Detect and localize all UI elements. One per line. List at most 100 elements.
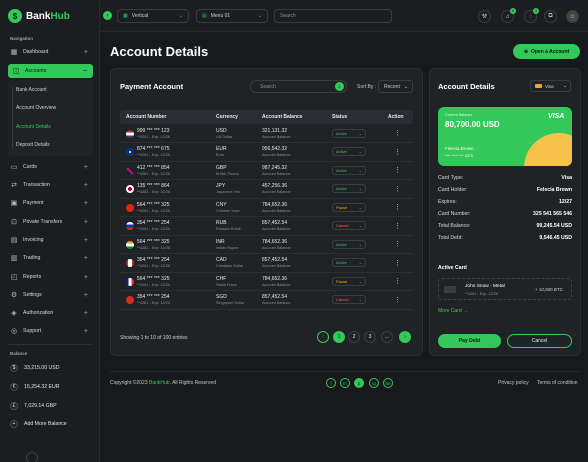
more-vertical-icon[interactable]: ⋮ — [388, 186, 401, 193]
page-2-button[interactable]: 2 — [348, 331, 360, 343]
status-select[interactable]: Pause ⌄ — [332, 202, 366, 212]
chat-icon: ◌ — [528, 13, 533, 20]
notifications-button[interactable]: ♫ 8 — [501, 8, 516, 23]
open-account-button[interactable]: ⊕ Open a Account — [513, 44, 580, 59]
page-3-button[interactable]: 3 — [364, 331, 376, 343]
next-page-button[interactable]: › — [399, 331, 411, 343]
table-row[interactable]: 354 *** *** 254 **4281 - Exp: 12/26 SGD Sin… — [120, 290, 413, 310]
status-cell: Active ⌄ — [326, 179, 382, 199]
card-icon: ▭ — [10, 164, 18, 171]
transfer-icon: ⇄ — [11, 182, 17, 189]
facebook-icon[interactable]: f — [326, 378, 336, 388]
status-select[interactable]: Active ⌄ — [332, 184, 366, 194]
status-select[interactable]: Pause ⌄ — [332, 276, 366, 286]
col-status: Status — [326, 110, 382, 124]
account-cell: 412 *** *** 854 **4281 - Exp: 12/26 — [120, 161, 210, 180]
action-cell: ⋮ — [382, 142, 413, 162]
add-balance-button[interactable]: + Add More Balance — [10, 420, 67, 428]
status-select[interactable]: Cancel ⌄ — [332, 295, 366, 305]
payment-icon: ▣ — [10, 200, 18, 207]
currency-name: Swiss Franc — [216, 282, 237, 287]
status-select[interactable]: Active ⌄ — [332, 239, 366, 249]
status-select[interactable]: Cancel ⌄ — [332, 221, 366, 231]
account-number: 412 *** *** 854 — [137, 164, 170, 171]
status-value: Cancel — [336, 297, 349, 303]
card-brand-select[interactable]: Visa ⌄ — [530, 80, 571, 92]
sidebar-item-private-transfers[interactable]: ⊡ Private Transfers + — [10, 215, 94, 229]
copyright-brand[interactable]: BankHub — [149, 380, 170, 386]
status-select[interactable]: Active ⌄ — [332, 147, 366, 157]
submenu-account-details[interactable]: Account Details — [16, 124, 51, 130]
sidebar-item-authorization[interactable]: ◈ Authorization + — [10, 306, 94, 320]
detail-row: Total Debt: 9,546.45 USD — [438, 235, 572, 241]
table-row[interactable]: 354 *** *** 254 **4281 - Exp: 12/26 RUB Rus… — [120, 216, 413, 236]
submenu-account-overview[interactable]: Account Overview — [16, 105, 56, 111]
behance-icon[interactable]: be — [383, 378, 393, 388]
more-vertical-icon[interactable]: ⋮ — [388, 241, 401, 248]
table-row[interactable]: 564 *** *** 325 **4281 - Exp: 12/26 INR Ind… — [120, 235, 413, 254]
table-row[interactable]: 999 *** *** 123 **4281 - Exp: 12/26 USD US … — [120, 124, 413, 143]
table-row[interactable]: 874 *** *** 675 **4281 - Exp: 12/26 EUR Eur… — [120, 142, 413, 162]
brand-logo[interactable]: $ BankHub — [8, 9, 70, 23]
more-vertical-icon[interactable]: ⋮ — [388, 297, 401, 304]
more-vertical-icon[interactable]: ⋮ — [388, 223, 401, 230]
sidebar-item-invoicing[interactable]: ▤ Invoicing + — [10, 233, 94, 247]
tools-button[interactable]: ⚒ — [478, 10, 491, 23]
more-vertical-icon[interactable]: ⋮ — [388, 278, 401, 285]
instagram-icon[interactable]: ig — [369, 378, 379, 388]
collapse-sidebar-button[interactable]: ‹ — [103, 11, 112, 20]
detail-row: Total Balance: 99,245.54 USD — [438, 223, 572, 229]
terms-link[interactable]: Terms of condition — [537, 380, 578, 386]
table-row[interactable]: 564 *** *** 325 **4281 - Exp: 12/26 CHF Swi… — [120, 272, 413, 291]
prev-page-button[interactable]: ‹ — [317, 331, 329, 343]
status-select[interactable]: Active ⌄ — [332, 258, 366, 268]
brand-name-b: Hub — [50, 10, 70, 22]
sidebar-item-label: Invoicing — [23, 237, 44, 243]
avatar[interactable]: ☺ — [566, 10, 579, 23]
more-vertical-icon[interactable]: ⋮ — [388, 167, 401, 174]
sidebar-item-trading[interactable]: ▥ Trading + — [10, 251, 94, 265]
sidebar-item-dashboard[interactable]: ▦ Dashboard + — [10, 45, 94, 59]
table-row[interactable]: 354 *** *** 254 **4281 - Exp: 12/26 CAD Can… — [120, 253, 413, 273]
status-select[interactable]: Active ⌄ — [332, 128, 366, 138]
privacy-link[interactable]: Privacy policy — [498, 380, 529, 386]
page-1-button[interactable]: 1 — [333, 331, 345, 343]
search-input[interactable]: Search — [274, 9, 392, 23]
copyright-rights: . All Rights Reserved — [169, 380, 216, 386]
linkedin-icon[interactable]: in — [340, 378, 350, 388]
table-row[interactable]: 135 *** *** 864 **4281 - Exp: 12/26 JPY Jap… — [120, 179, 413, 199]
payment-search-input[interactable]: Search ⌕ — [250, 80, 347, 93]
pay-debt-button[interactable]: Pay Debt — [438, 334, 501, 348]
layout-selector[interactable]: ▦ Vertical ⌄ — [117, 9, 189, 23]
table-row[interactable]: 412 *** *** 854 **4281 - Exp: 12/26 GBP Bri… — [120, 161, 413, 180]
account-expiry: **4281 - Exp: 12/26 — [137, 153, 170, 158]
sidebar-item-cards[interactable]: ▭ Cards + — [10, 160, 94, 174]
account-expiry: **4281 - Exp: 12/26 — [137, 245, 170, 250]
currency-code: CNY — [216, 201, 227, 208]
more-vertical-icon[interactable]: ⋮ — [388, 130, 401, 137]
submenu-deposit-details[interactable]: Deposit Details — [16, 142, 50, 148]
account-balance: 784,652.36 — [262, 201, 288, 208]
submenu-bank-account[interactable]: Bank Account — [16, 87, 47, 93]
messages-button[interactable]: ◌ 3 — [524, 8, 539, 23]
table-row[interactable]: 564 *** *** 325 **4281 - Exp: 12/26 CNY Chi… — [120, 198, 413, 217]
more-card-link[interactable]: More Card → — [438, 308, 468, 314]
more-vertical-icon[interactable]: ⋮ — [388, 149, 401, 156]
more-vertical-icon[interactable]: ⋮ — [388, 260, 401, 267]
active-card-box[interactable]: John Snow - Metal **4281 - Exp: 12/26 + … — [438, 278, 572, 300]
status-select[interactable]: Active ⌄ — [332, 165, 366, 175]
sidebar-item-support[interactable]: ◎ Support + — [10, 324, 94, 338]
menu-selector[interactable]: ▤ Menu 01 ⌄ — [196, 9, 268, 23]
apps-button[interactable]: ⧉ — [544, 10, 557, 23]
cancel-button[interactable]: Cancel — [507, 334, 572, 348]
sidebar-item-settings[interactable]: ⚙ Settings + — [10, 288, 94, 302]
sidebar-item-payment[interactable]: ▣ Payment + — [10, 196, 94, 210]
action-cell: ⋮ — [382, 124, 413, 143]
pinterest-icon[interactable]: p — [354, 378, 364, 388]
sort-select[interactable]: Recent ⌄ — [378, 80, 413, 93]
sidebar-item-transaction[interactable]: ⇄ Transaction + — [10, 178, 94, 192]
sidebar-item-accounts[interactable]: ◫ Accounts − — [8, 64, 93, 78]
sidebar-item-reports[interactable]: ◰ Reports + — [10, 270, 94, 284]
more-vertical-icon[interactable]: ⋮ — [388, 204, 401, 211]
sidebar-item-label: Private Transfers — [23, 219, 63, 225]
